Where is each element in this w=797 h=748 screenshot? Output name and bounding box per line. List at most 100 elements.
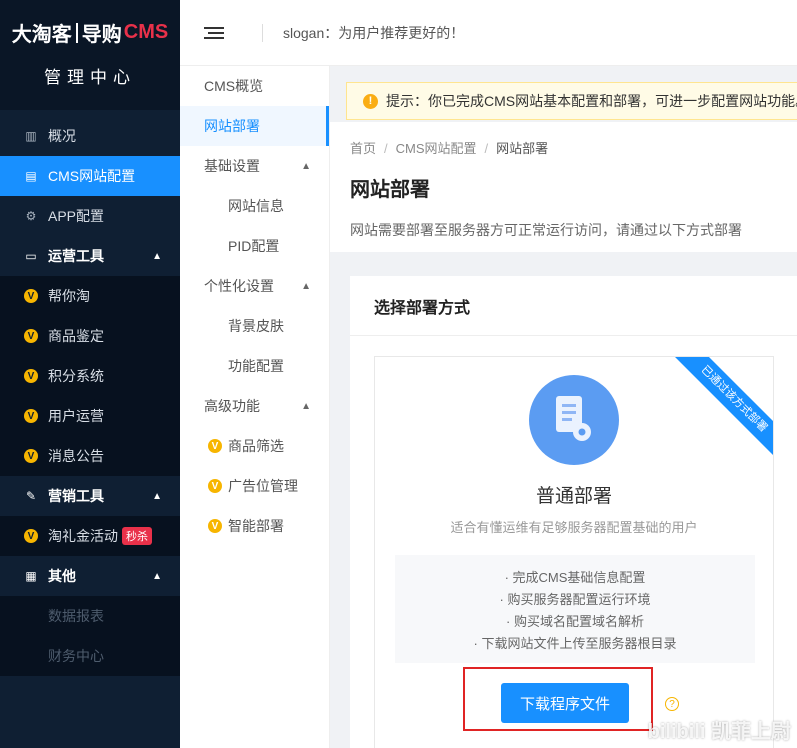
sidebar-item-label: 数据报表 [48, 608, 104, 624]
header-divider [262, 23, 263, 42]
sidebar-item-label: 营销工具 [48, 488, 104, 504]
chevron-up-icon: ▲ [152, 570, 162, 582]
subnav-label: 智能部署 [228, 518, 284, 534]
chevron-up-icon: ▲ [152, 250, 162, 262]
help-icon[interactable]: ? [665, 697, 679, 711]
subnav-label: 广告位管理 [228, 478, 298, 494]
logo-text-part2: 导购 [81, 24, 122, 46]
chevron-up-icon: ▲ [301, 160, 311, 172]
logo-text-part3: CMS [123, 21, 169, 43]
sidebar-item-label: 淘礼金活动 [48, 528, 118, 544]
highlight-box: 下载程序文件 [463, 667, 653, 731]
page-description: 网站需要部署至服务器方可正常运行访问，请通过以下方式部署 [350, 222, 742, 238]
subnav-item-skin[interactable]: 背景皮肤 [180, 306, 329, 346]
subnav-label: 网站部署 [204, 118, 260, 134]
subnav-item-cms-overview[interactable]: CMS概览 [180, 66, 329, 106]
deploy-steps-list: · 完成CMS基础信息配置 · 购买服务器配置运行环境 · 购买域名配置域名解析… [395, 555, 755, 663]
notice-text: 提示：你已完成CMS网站基本配置和部署，可进一步配置网站功能。 [386, 93, 797, 109]
breadcrumb: 首页 / CMS网站配置 / 网站部署 [350, 141, 549, 156]
breadcrumb-current: 网站部署 [496, 141, 549, 156]
step-item: · 下载网站文件上传至服务器根目录 [473, 636, 677, 651]
v-badge-icon: V [24, 289, 38, 303]
sidebar-item-announcements[interactable]: V 消息公告 [0, 436, 180, 476]
logo-separator [75, 22, 78, 43]
subnav-item-site-info[interactable]: 网站信息 [180, 186, 329, 226]
sidebar-item-label: 积分系统 [48, 368, 104, 384]
subnav-item-smart-deploy[interactable]: V 智能部署 [180, 506, 329, 546]
subnav-label: 商品筛选 [228, 438, 284, 454]
sidebar-item-label: 运营工具 [48, 248, 104, 264]
sidebar-item-points[interactable]: V 积分系统 [0, 356, 180, 396]
v-badge-icon: V [24, 329, 38, 343]
sidebar-item-label: 用户运营 [48, 408, 104, 424]
sidebar-item-reports[interactable]: 数据报表 [0, 596, 180, 636]
sidebar-item-taolijin[interactable]: V 淘礼金活动 秒杀 [0, 516, 180, 556]
subnav-label: 功能配置 [228, 358, 284, 374]
main-content: ! 提示：你已完成CMS网站基本配置和部署，可进一步配置网站功能。 首页 / CMS… [330, 66, 797, 748]
hot-tag: 秒杀 [122, 527, 152, 545]
menu-toggle-icon[interactable] [204, 25, 224, 41]
subnav-item-pid-config[interactable]: PID配置 [180, 226, 329, 266]
page-header: 首页 / CMS网站配置 / 网站部署 网站部署 网站需要部署至服务器方可正常运行访问，… [330, 122, 797, 252]
sidebar-item-label: APP配置 [48, 208, 105, 224]
v-badge-icon: V [24, 409, 38, 423]
subnav-item-feature-config[interactable]: 功能配置 [180, 346, 329, 386]
v-badge-icon: V [24, 529, 38, 543]
subnav-item-site-deploy[interactable]: 网站部署 [180, 106, 329, 146]
chevron-up-icon: ▲ [301, 280, 311, 292]
subnav-label: CMS概览 [204, 78, 264, 94]
subnav-group-basic-settings[interactable]: 基础设置 ▲ [180, 146, 329, 186]
logo[interactable]: 大淘客 导购 CMS [12, 18, 168, 47]
main-sidebar: 大淘客 导购 CMS 管理中心 ▥ 概况 ▤ CMS网站配置 ⚙ APP配置 ▭ 运营工… [0, 0, 180, 748]
breadcrumb-cms-config[interactable]: CMS网站配置 [396, 141, 477, 156]
header-slogan: slogan：为用户推荐更好的！ [283, 24, 465, 41]
sidebar-item-product-check[interactable]: V 商品鉴定 [0, 316, 180, 356]
subnav-label: 基础设置 [204, 158, 260, 174]
v-badge-icon: V [208, 479, 222, 493]
subnav-label: 网站信息 [228, 198, 284, 214]
sidebar-item-label: 概况 [48, 128, 76, 144]
chevron-up-icon: ▲ [152, 490, 162, 502]
sidebar-item-overview[interactable]: ▥ 概况 [0, 116, 180, 156]
monitor-icon: ▭ [25, 249, 37, 263]
step-item: · 完成CMS基础信息配置 [504, 570, 646, 585]
subnav-group-personalization[interactable]: 个性化设置 ▲ [180, 266, 329, 306]
deployed-ribbon: 已通过该方式部署 [672, 357, 773, 461]
v-badge-icon: V [24, 449, 38, 463]
brand-area: 大淘客 导购 CMS 管理中心 [0, 0, 180, 110]
subnav-item-product-filter[interactable]: V 商品筛选 [180, 426, 329, 466]
watermark: bilibili 凯菲上尉 [647, 721, 791, 743]
sidebar-group-other[interactable]: ▦ 其他 ▲ [0, 556, 180, 596]
deploy-method-card: 选择部署方式 已通过该方式部署 普通部署 适合有懂运维有足够服务器配置基础的用户… [350, 276, 797, 748]
subnav-group-advanced[interactable]: 高级功能 ▲ [180, 386, 329, 426]
subnav-item-ad-slots[interactable]: V 广告位管理 [180, 466, 329, 506]
chevron-up-icon: ▲ [301, 400, 311, 412]
sidebar-item-app-config[interactable]: ⚙ APP配置 [0, 196, 180, 236]
sidebar-item-bangnitao[interactable]: V 帮你淘 [0, 276, 180, 316]
v-badge-icon: V [208, 519, 222, 533]
deploy-option-standard[interactable]: 已通过该方式部署 普通部署 适合有懂运维有足够服务器配置基础的用户 · 完成CM… [374, 356, 774, 748]
sidebar-item-cms-config[interactable]: ▤ CMS网站配置 [0, 156, 180, 196]
sidebar-item-label: 帮你淘 [48, 288, 90, 304]
v-badge-icon: V [24, 369, 38, 383]
notice-banner: ! 提示：你已完成CMS网站基本配置和部署，可进一步配置网站功能。 [346, 82, 797, 120]
top-header: slogan：为用户推荐更好的！ [180, 0, 797, 66]
breadcrumb-home[interactable]: 首页 [350, 141, 376, 156]
option-title: 普通部署 [535, 486, 612, 507]
sidebar-group-marketing-tools[interactable]: ✎ 营销工具 ▲ [0, 476, 180, 516]
subnav-label: 背景皮肤 [228, 318, 284, 334]
sidebar-nav: ▥ 概况 ▤ CMS网站配置 ⚙ APP配置 ▭ 运营工具 ▲ V 帮你淘 V 商品鉴定 V积… [0, 110, 180, 676]
card-title: 选择部署方式 [350, 276, 797, 336]
sidebar-item-label: 其他 [48, 568, 76, 584]
warning-icon: ! [363, 93, 378, 109]
sidebar-item-user-ops[interactable]: V 用户运营 [0, 396, 180, 436]
logo-text-part1: 大淘客 [11, 24, 72, 46]
subnav-label: PID配置 [228, 238, 280, 254]
document-gear-icon [529, 375, 619, 465]
brand-subtitle: 管理中心 [44, 68, 136, 87]
sidebar-item-finance[interactable]: 财务中心 [0, 636, 180, 676]
sidebar-group-ops-tools[interactable]: ▭ 运营工具 ▲ [0, 236, 180, 276]
page-title: 网站部署 [350, 179, 430, 201]
chart-icon: ▥ [25, 129, 37, 143]
download-files-button[interactable]: 下载程序文件 [501, 683, 629, 723]
